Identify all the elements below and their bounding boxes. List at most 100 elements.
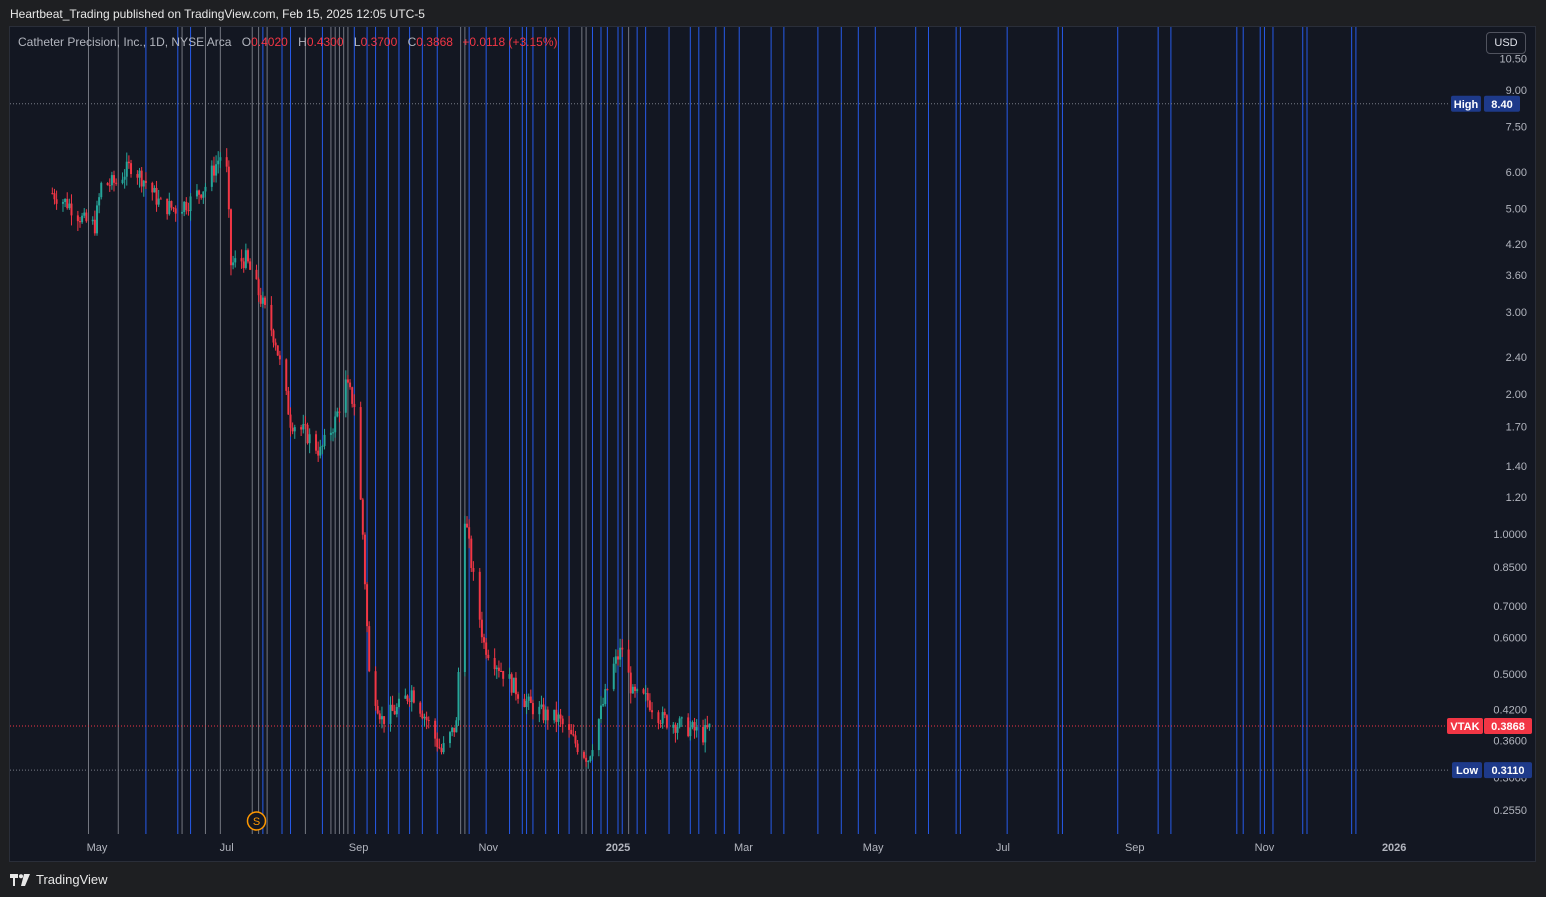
candle [538,701,541,723]
ticker-tag-text: VTAK [1450,721,1479,733]
candle [659,719,662,728]
candle [96,200,98,236]
candle-body [210,165,213,187]
candle-body [627,649,630,673]
candle [514,672,517,701]
candle [363,532,366,590]
candle [487,649,490,661]
price-tick-label: 3.60 [1506,270,1527,282]
candle-body [544,709,547,721]
candle-body [493,658,496,670]
currency-button[interactable]: USD [1486,32,1526,54]
candle-body [108,185,111,187]
candle [646,687,649,708]
candle [485,638,488,659]
candle [391,695,394,712]
price-tick-label: 7.50 [1506,122,1527,134]
candle [542,697,545,724]
candle [374,666,377,711]
close-value: 0.3868 [416,35,453,49]
candle [255,264,258,280]
price-tick-label: 5.00 [1506,204,1527,216]
candle [361,497,364,540]
candle-body [263,297,266,305]
candle [287,386,290,415]
candle [181,210,184,214]
candle-body [425,716,428,720]
candle-body [272,330,275,343]
time-tick-label: Mar [734,842,753,854]
time-tick-label: May [863,842,884,854]
candle [676,722,679,740]
candle-body [597,719,600,751]
time-axis[interactable]: May Jul Sep Nov 2025 Mar May Jul Sep Nov 2026 [87,842,1407,854]
candle [110,171,113,190]
price-chart[interactable]: 10.50 9.00 7.50 6.00 5.00 4.20 3.60 3.00 2.40 2.0… [0,0,1546,897]
candle-body [113,175,116,183]
candle [470,535,473,572]
candle [582,750,585,760]
candle [497,660,500,678]
candle-body [527,696,530,701]
candle-body [434,720,437,739]
candle-body [514,677,517,695]
candle-body [540,704,543,707]
candle-body [419,702,422,714]
candle-body [142,180,145,187]
candle-body [64,198,67,202]
candle [83,208,86,219]
candle-body [291,427,294,432]
candle [502,670,505,687]
candle [531,699,534,720]
last-price-tag-text: 0.3868 [1491,721,1525,733]
candle [227,160,230,218]
tradingview-footer[interactable]: TradingView [10,872,108,887]
candle-body [485,642,488,655]
candle-body [302,424,305,430]
candle-body [349,382,352,388]
candle [259,287,262,307]
candle [500,662,503,672]
candle-body [442,743,445,753]
candle-body [440,748,443,753]
price-tick-label: 1.40 [1506,461,1527,473]
event-marker-group[interactable]: S [246,811,267,831]
candle-body [453,727,456,733]
candle-body [170,201,173,208]
candle [272,328,275,348]
candle [591,744,594,760]
price-tick-label: 1.20 [1506,492,1527,504]
candle-body [423,716,426,719]
candle-body [300,427,303,430]
price-tick-label: 0.5000 [1493,669,1527,681]
candle-body [51,193,54,195]
candle-body [497,667,500,671]
candle-body [678,718,681,727]
candle [195,184,198,200]
candle-body [304,424,307,426]
candle-body [702,727,705,743]
candle [368,621,371,673]
candle-body [346,379,349,383]
candle [261,291,264,308]
candle-body [195,190,198,197]
candle-body [672,724,675,728]
candle-body [619,647,622,660]
candle-body [449,732,452,744]
candle [436,732,439,752]
candle-body [531,702,534,715]
candle-body [53,193,56,200]
time-tick-label: Sep [349,842,369,854]
price-tick-label: 0.2550 [1493,805,1527,817]
candle [317,441,320,462]
low-value: 0.3700 [360,35,398,49]
candle-body [455,720,458,733]
candle-body [525,700,528,708]
candle-body [427,719,430,721]
candle [291,422,294,435]
candle [81,212,84,224]
candle [242,257,245,273]
price-axis[interactable]: 10.50 9.00 7.50 6.00 5.00 4.20 3.60 3.00 2.40 2.0… [1493,54,1527,818]
candle-body [657,712,660,723]
candle-body [542,704,545,721]
